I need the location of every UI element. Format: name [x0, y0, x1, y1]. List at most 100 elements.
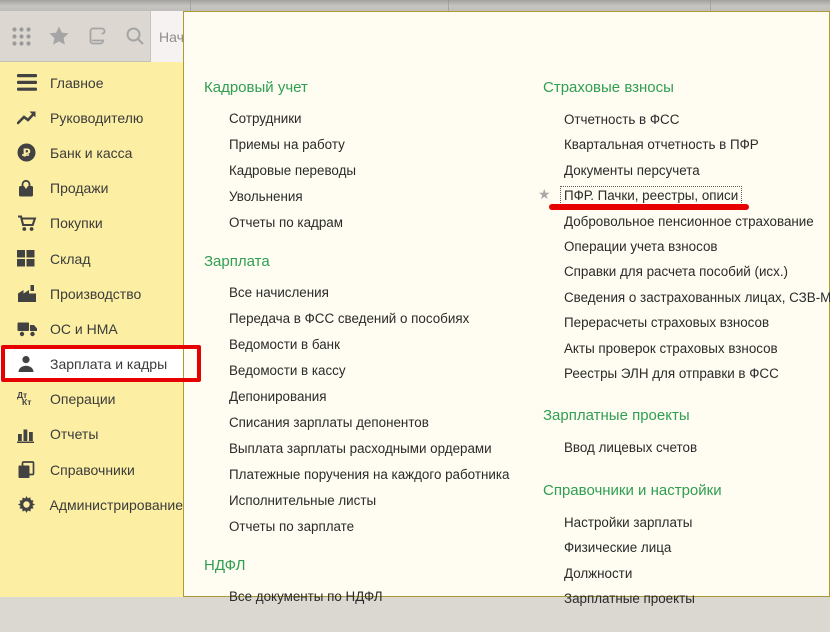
sidebar-item-os-i-nma[interactable]: ОС и НМА: [0, 311, 183, 346]
menu-item[interactable]: Отчетность в ФСС: [543, 107, 828, 132]
menu-icon: [17, 73, 39, 93]
menu-item[interactable]: Платежные поручения на каждого работника: [204, 462, 534, 488]
menu-item[interactable]: Ведомости в кассу: [204, 358, 534, 384]
apps-grid-icon[interactable]: [6, 21, 36, 51]
cart-icon: [17, 213, 39, 233]
sidebar-item-label: Отчеты: [50, 426, 98, 442]
menu-item-label: Ввод лицевых счетов: [564, 440, 697, 455]
menu-item-label: Отчеты по зарплате: [229, 519, 354, 534]
svg-text:P: P: [23, 147, 31, 160]
menu-item-label: Отчеты по кадрам: [229, 215, 343, 230]
menu-item[interactable]: Все документы по НДФЛ: [204, 584, 534, 610]
sidebar-item-label: Производство: [50, 286, 141, 302]
bag-icon: [17, 178, 39, 198]
menu-item[interactable]: Отчеты по зарплате: [204, 514, 534, 540]
sidebar-item-rukovoditelyu[interactable]: Руководителю: [0, 100, 183, 135]
menu-item[interactable]: Зарплатные проекты: [543, 586, 828, 611]
menu-item[interactable]: Настройки зарплаты: [543, 510, 828, 535]
menu-item[interactable]: Акты проверок страховых взносов: [543, 336, 828, 361]
menu-section: Справочники и настройкиНастройки зарплат…: [543, 481, 828, 612]
sidebar-item-otchety[interactable]: Отчеты: [0, 417, 183, 452]
menu-item-label: Платежные поручения на каждого работника: [229, 467, 509, 482]
menu-item[interactable]: Документы персучета: [543, 158, 828, 183]
sidebar-item-label: Склад: [50, 251, 91, 267]
menu-column-1: Кадровый учетСотрудникиПриемы на работуК…: [204, 78, 534, 626]
sidebar-item-label: Главное: [50, 75, 104, 91]
menu-item[interactable]: Квартальная отчетность в ПФР: [543, 132, 828, 157]
menu-item[interactable]: ★ПФР. Пачки, реестры, описи: [543, 183, 828, 208]
menu-item[interactable]: Списания зарплаты депонентов: [204, 410, 534, 436]
titlebar-separator: [710, 0, 711, 11]
menu-section: Кадровый учетСотрудникиПриемы на работуК…: [204, 78, 534, 236]
menu-item-label: Акты проверок страховых взносов: [564, 341, 778, 356]
menu-item[interactable]: Выплата зарплаты расходными ордерами: [204, 436, 534, 462]
menu-item[interactable]: Все начисления: [204, 280, 534, 306]
menu-item-label: Приемы на работу: [229, 137, 345, 152]
menu-item[interactable]: Отчеты по кадрам: [204, 210, 534, 236]
sidebar-item-label: Операции: [50, 391, 116, 407]
menu-item-label: Кадровые переводы: [229, 163, 356, 178]
menu-item-label: Все начисления: [229, 285, 329, 300]
section-title: Зарплатные проекты: [543, 406, 828, 426]
menu-item[interactable]: Операции учета взносов: [543, 234, 828, 259]
menu-item-label: Реестры ЭЛН для отправки в ФСС: [564, 366, 779, 381]
search-icon[interactable]: [120, 21, 150, 51]
menu-item-label: Квартальная отчетность в ПФР: [564, 137, 759, 152]
sidebar-item-proizvodstvo[interactable]: Производство: [0, 276, 183, 311]
menu-item-label: Должности: [564, 566, 632, 581]
menu-item[interactable]: Реестры ЭЛН для отправки в ФСС: [543, 361, 828, 386]
window-titlebar: [0, 0, 830, 11]
menu-section: Зарплатные проекты Ввод лицевых счетов: [543, 406, 828, 460]
sidebar-item-bank-i-kassa[interactable]: PБанк и касса: [0, 135, 183, 170]
section-title: НДФЛ: [204, 556, 534, 576]
menu-item[interactable]: Должности: [543, 561, 828, 586]
menu-item-label: Сведения о застрахованных лицах, СЗВ-М: [564, 290, 830, 305]
menu-item-label: Перерасчеты страховых взносов: [564, 315, 769, 330]
menu-item[interactable]: Исполнительные листы: [204, 488, 534, 514]
sidebar-item-administrirovanie[interactable]: Администрирование: [0, 487, 183, 522]
menu-item[interactable]: Приемы на работу: [204, 132, 534, 158]
menu-item[interactable]: Увольнения: [204, 184, 534, 210]
menu-item-label: Исполнительные листы: [229, 493, 376, 508]
menu-item[interactable]: Перерасчеты страховых взносов: [543, 310, 828, 335]
menu-item[interactable]: Добровольное пенсионное страхование: [543, 209, 828, 234]
menu-item[interactable]: Кадровые переводы: [204, 158, 534, 184]
menu-item[interactable]: Депонирования: [204, 384, 534, 410]
sidebar-item-label: Справочники: [50, 462, 135, 478]
menu-section: НДФЛ Все документы по НДФЛ: [204, 556, 534, 610]
menu-item[interactable]: Ввод лицевых счетов: [543, 435, 828, 460]
sidebar-item-pokupki[interactable]: Покупки: [0, 206, 183, 241]
sidebar-item-label: ОС и НМА: [50, 321, 118, 337]
menu-item-label: Сотрудники: [229, 111, 302, 126]
barchart-icon: [17, 424, 39, 444]
section-menu-popup: Кадровый учетСотрудникиПриемы на работуК…: [183, 11, 830, 597]
menu-item[interactable]: Физические лица: [543, 535, 828, 560]
section-title: Страховые взносы: [543, 78, 828, 98]
menu-column-2: Страховые взносы Отчетность в ФСС Кварталь…: [543, 78, 828, 632]
menu-item-label: Выплата зарплаты расходными ордерами: [229, 441, 492, 456]
menu-item[interactable]: Передача в ФСС сведений о пособиях: [204, 306, 534, 332]
menu-item[interactable]: Ведомости в банк: [204, 332, 534, 358]
menu-item-label: Настройки зарплаты: [564, 515, 692, 530]
sidebar-item-label: Продажи: [50, 180, 108, 196]
menu-item[interactable]: Сведения о застрахованных лицах, СЗВ-М: [543, 285, 828, 310]
sidebar-item-label: Руководителю: [50, 110, 143, 126]
gear-icon: [17, 495, 39, 515]
books-icon: [17, 460, 39, 480]
sidebar-item-spravochniki[interactable]: Справочники: [0, 452, 183, 487]
sidebar-item-prodazhi[interactable]: Продажи: [0, 171, 183, 206]
sidebar-item-zarplata-i-kadry[interactable]: Зарплата и кадры: [0, 347, 183, 382]
sidebar-item-operacii[interactable]: ДтКт Операции: [0, 382, 183, 417]
favorites-star-icon[interactable]: [44, 21, 74, 51]
menu-item-label: Операции учета взносов: [564, 239, 718, 254]
titlebar-separator: [448, 0, 449, 11]
sidebar-item-glavnoe[interactable]: Главное: [0, 65, 183, 100]
menu-item-label: Увольнения: [229, 189, 303, 204]
menu-item[interactable]: Справки для расчета пособий (исх.): [543, 259, 828, 284]
person-icon: [17, 354, 39, 374]
dtkt-icon: ДтКт: [17, 389, 39, 409]
history-scroll-icon[interactable]: [82, 21, 112, 51]
factory-icon: [17, 284, 39, 304]
sidebar-item-sklad[interactable]: Склад: [0, 241, 183, 276]
menu-item[interactable]: Сотрудники: [204, 106, 534, 132]
